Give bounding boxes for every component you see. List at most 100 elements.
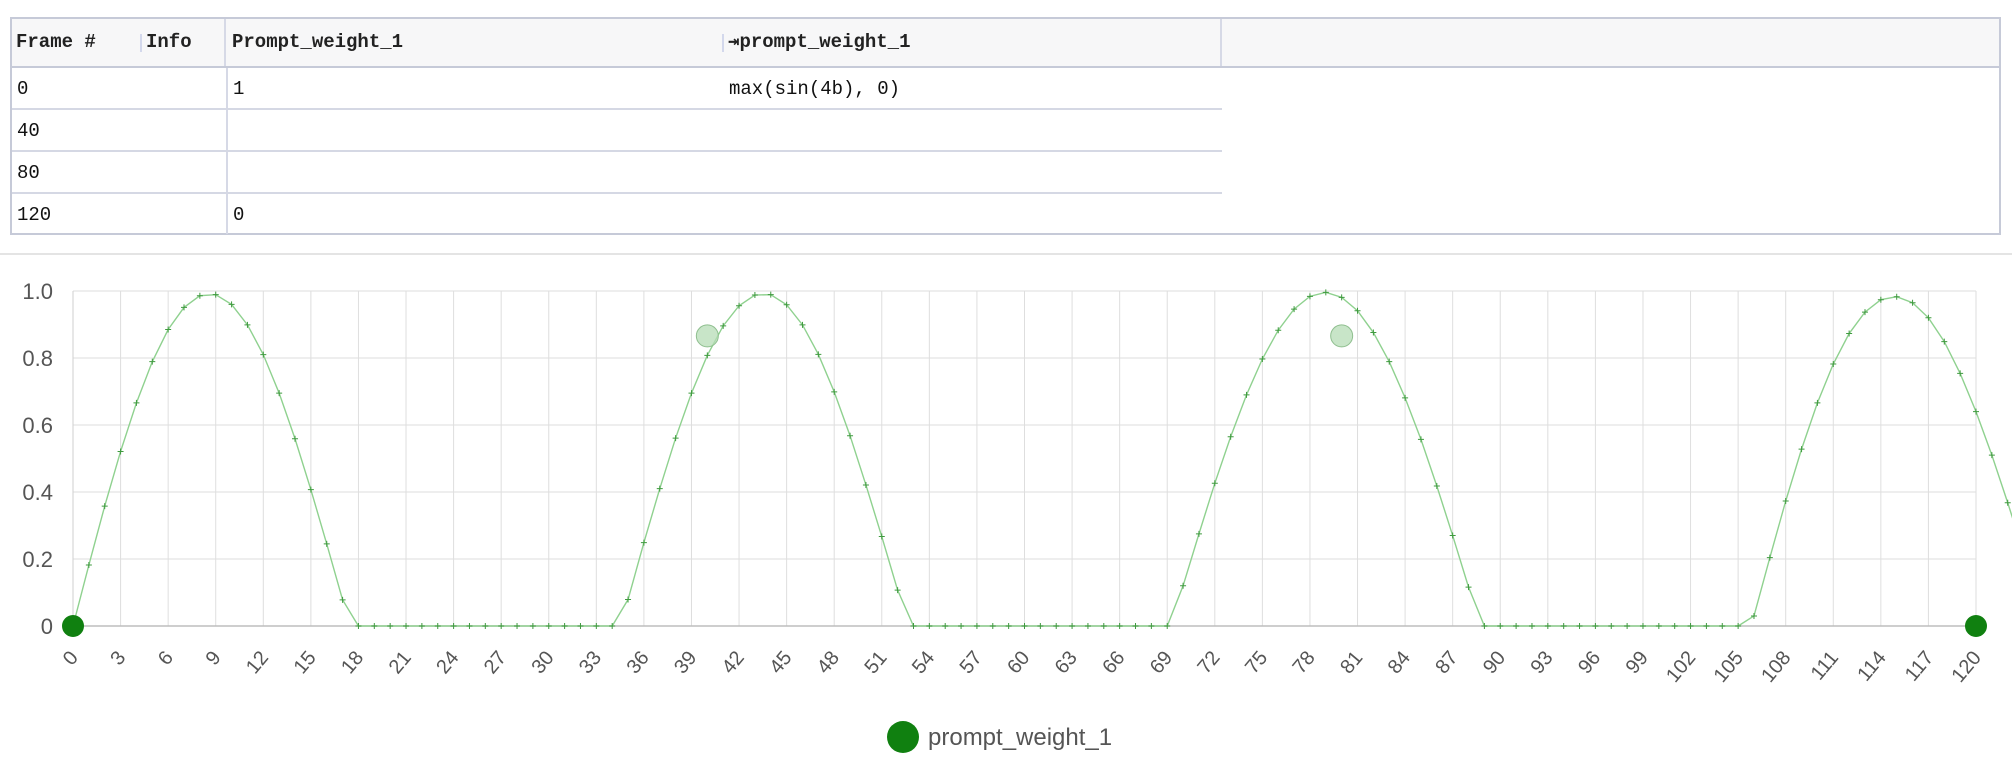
cell-formula[interactable] bbox=[724, 152, 1222, 192]
data-point-marker bbox=[1402, 394, 1409, 401]
data-point-marker bbox=[672, 435, 679, 442]
x-tick-label: 33 bbox=[575, 647, 606, 678]
x-tick-label: 84 bbox=[1384, 647, 1415, 678]
column-header-info[interactable]: Info bbox=[142, 19, 226, 66]
highlight-point[interactable] bbox=[695, 324, 719, 348]
keyframe-point[interactable] bbox=[1965, 615, 1987, 637]
data-point-marker bbox=[989, 623, 996, 629]
keyframe-grid: Frame # Info Prompt_weight_1 ⇥prompt_wei… bbox=[10, 17, 2001, 235]
data-point-marker bbox=[482, 623, 489, 629]
section-divider bbox=[0, 253, 2012, 255]
x-tick-label: 24 bbox=[432, 647, 463, 678]
x-tick-label: 111 bbox=[1807, 647, 1843, 684]
data-point-marker bbox=[1782, 498, 1789, 505]
data-point-marker bbox=[1037, 623, 1044, 629]
data-point-marker bbox=[1560, 623, 1567, 629]
data-point-marker bbox=[561, 623, 568, 629]
x-tick-label: 18 bbox=[337, 647, 368, 678]
legend-label[interactable]: prompt_weight_1 bbox=[928, 724, 1112, 751]
x-tick-label: 81 bbox=[1336, 647, 1367, 678]
cell-formula[interactable] bbox=[724, 194, 1222, 234]
data-point-marker bbox=[529, 623, 536, 629]
data-point-marker bbox=[1322, 289, 1329, 296]
x-tick-label: 69 bbox=[1146, 647, 1177, 678]
column-header-prompt-weight[interactable]: Prompt_weight_1 bbox=[228, 19, 724, 66]
table-row[interactable]: 40 bbox=[12, 110, 1222, 152]
data-point-marker bbox=[1719, 623, 1726, 629]
x-tick-label: 87 bbox=[1431, 647, 1462, 678]
data-point-marker bbox=[878, 533, 885, 540]
data-point-marker bbox=[1069, 623, 1076, 629]
data-point-marker bbox=[577, 623, 584, 629]
y-tick-label: 1.0 bbox=[22, 279, 53, 304]
data-point-marker bbox=[117, 448, 124, 455]
data-point-marker bbox=[1766, 554, 1773, 561]
keyframe-point[interactable] bbox=[62, 615, 84, 637]
data-point-marker bbox=[1687, 623, 1694, 629]
cell-formula[interactable] bbox=[724, 110, 1222, 150]
chart-series bbox=[62, 289, 2012, 637]
legend-marker[interactable] bbox=[887, 721, 919, 753]
x-tick-label: 99 bbox=[1622, 647, 1653, 678]
x-tick-label: 36 bbox=[623, 647, 654, 678]
y-tick-label: 0.6 bbox=[22, 413, 53, 438]
cell-info[interactable] bbox=[12, 152, 228, 192]
data-point-marker bbox=[276, 390, 283, 397]
data-point-marker bbox=[355, 623, 362, 629]
data-point-marker bbox=[910, 623, 917, 629]
data-point-marker bbox=[704, 352, 711, 359]
table-row[interactable]: 0 1 max(sin(4b), 0) bbox=[12, 68, 1222, 110]
x-tick-label: 39 bbox=[670, 647, 701, 678]
x-tick-label: 51 bbox=[860, 647, 891, 678]
y-tick-label: 0.2 bbox=[22, 547, 53, 572]
data-point-marker bbox=[1021, 623, 1028, 629]
data-point-marker bbox=[1592, 623, 1599, 629]
x-tick-label: 9 bbox=[202, 647, 226, 670]
cell-info[interactable] bbox=[12, 194, 228, 234]
column-header-prompt-weight-formula[interactable]: ⇥prompt_weight_1 bbox=[724, 19, 1222, 66]
data-point-marker bbox=[1180, 582, 1187, 589]
x-tick-label: 93 bbox=[1527, 647, 1558, 678]
data-point-marker bbox=[1243, 391, 1250, 398]
cell-info[interactable] bbox=[12, 68, 228, 108]
x-tick-label: 15 bbox=[290, 647, 321, 678]
data-point-marker bbox=[1893, 293, 1900, 300]
data-point-marker bbox=[1005, 623, 1012, 629]
data-point-marker bbox=[434, 623, 441, 629]
table-row[interactable]: 80 bbox=[12, 152, 1222, 194]
data-point-marker bbox=[1528, 623, 1535, 629]
cell-info[interactable] bbox=[12, 110, 228, 150]
table-row[interactable]: 120 0 bbox=[12, 194, 1222, 236]
data-point-marker bbox=[1973, 408, 1979, 415]
data-point-marker bbox=[1386, 358, 1393, 365]
grid-header: Frame # Info Prompt_weight_1 ⇥prompt_wei… bbox=[12, 19, 1999, 68]
data-point-marker bbox=[1148, 623, 1155, 629]
highlight-point[interactable] bbox=[1330, 324, 1354, 348]
data-point-marker bbox=[656, 485, 663, 492]
data-point-marker bbox=[688, 390, 695, 397]
data-point-marker bbox=[1639, 623, 1646, 629]
x-tick-label: 27 bbox=[480, 647, 511, 678]
chart-legend[interactable]: prompt_weight_1 bbox=[887, 721, 1112, 753]
x-tick-label: 42 bbox=[718, 647, 749, 678]
cell-value[interactable] bbox=[228, 152, 724, 192]
data-point-marker bbox=[498, 623, 505, 629]
cell-value[interactable] bbox=[228, 110, 724, 150]
x-tick-label: 78 bbox=[1289, 647, 1320, 678]
data-point-marker bbox=[1053, 623, 1060, 629]
data-point-marker bbox=[1211, 480, 1218, 487]
data-point-marker bbox=[640, 539, 647, 546]
x-tick-label: 6 bbox=[154, 647, 178, 670]
data-point-marker bbox=[101, 503, 108, 510]
data-point-marker bbox=[514, 623, 521, 629]
data-point-marker bbox=[1544, 623, 1551, 629]
cell-formula[interactable]: max(sin(4b), 0) bbox=[724, 68, 1222, 108]
data-point-marker bbox=[149, 358, 156, 365]
data-point-marker bbox=[1671, 623, 1678, 629]
column-header-frame[interactable]: Frame # bbox=[12, 19, 142, 66]
x-tick-label: 57 bbox=[956, 647, 987, 678]
data-point-marker bbox=[1164, 623, 1171, 629]
cell-value[interactable]: 1 bbox=[228, 68, 724, 108]
cell-value[interactable]: 0 bbox=[228, 194, 724, 234]
data-point-marker bbox=[625, 596, 632, 603]
